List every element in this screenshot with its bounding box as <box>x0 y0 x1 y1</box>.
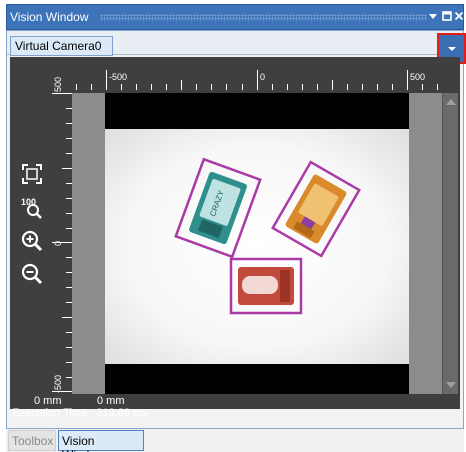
tab-toolbox[interactable]: Toolbox <box>8 430 56 451</box>
ruler-label-0: 0 <box>260 72 266 82</box>
zoom-out-icon[interactable] <box>20 262 44 286</box>
ruler-major-tick <box>407 70 408 90</box>
orange-product-pack[interactable] <box>271 160 361 258</box>
zoom-in-icon[interactable] <box>20 229 44 253</box>
zoom-100-icon[interactable]: 100 <box>20 195 44 219</box>
ruler-major-tick <box>52 242 72 243</box>
ruler-minor-tick <box>302 84 303 90</box>
image-margin-left <box>72 93 105 394</box>
camera-image[interactable]: CRAZY <box>105 129 409 364</box>
pin-dropdown-icon[interactable] <box>427 11 439 25</box>
ruler-minor-tick <box>317 84 318 90</box>
ruler-minor-tick <box>362 84 363 90</box>
ruler-minor-tick <box>287 84 288 90</box>
scroll-down-arrow-icon[interactable] <box>446 382 456 388</box>
ruler-minor-tick <box>226 84 227 90</box>
vertical-scrollbar[interactable] <box>442 93 458 394</box>
ruler-minor-tick <box>377 84 378 90</box>
ruler-minor-tick <box>196 84 197 90</box>
ruler-minor-tick <box>91 84 92 90</box>
ruler-label-neg500: -500 <box>109 72 128 82</box>
image-border-bottom <box>105 364 409 394</box>
window-titlebar[interactable]: Vision Window <box>6 4 464 30</box>
ruler-minor-tick <box>121 84 122 90</box>
ruler-mid-tick <box>62 168 72 169</box>
vertical-ruler: 500 0 -500 <box>48 77 72 395</box>
tab-virtual-camera0[interactable]: Virtual Camera0 <box>10 36 113 56</box>
chevron-down-icon <box>448 47 456 51</box>
ruler-minor-tick <box>166 84 167 90</box>
ruler-major-tick <box>52 93 72 94</box>
ruler-mid-tick <box>62 317 72 318</box>
horizontal-ruler: -500 0 500 <box>54 64 450 91</box>
ruler-label-500: 500 <box>410 72 426 82</box>
image-border-top <box>105 93 409 129</box>
ruler-minor-tick <box>422 84 423 90</box>
ruler-mid-tick <box>181 80 182 90</box>
ruler-minor-tick <box>347 84 348 90</box>
ruler-minor-tick <box>272 84 273 90</box>
ruler-minor-tick <box>242 84 243 90</box>
scroll-up-arrow-icon[interactable] <box>446 99 456 105</box>
red-pack-label-panel <box>242 276 278 294</box>
tab-vision-window[interactable]: Vision Window <box>58 430 144 452</box>
maximize-icon[interactable] <box>441 11 453 25</box>
ruler-minor-tick <box>151 84 152 90</box>
red-product-pack[interactable] <box>229 257 303 315</box>
window-title: Vision Window <box>10 10 89 24</box>
close-icon[interactable] <box>453 11 465 25</box>
x-coordinate-readout: 0 mm <box>34 395 62 407</box>
ruler-label-500-v: 500 <box>53 76 63 92</box>
ruler-minor-tick <box>437 84 438 90</box>
image-margin-right <box>409 93 442 394</box>
ruler-minor-tick <box>76 84 77 90</box>
execution-time: Execution Time : 313.86 ms <box>12 407 148 419</box>
ruler-minor-tick <box>211 84 212 90</box>
ruler-major-tick <box>257 70 258 90</box>
red-pack-side <box>280 270 290 302</box>
fit-to-window-icon[interactable] <box>20 162 44 186</box>
ruler-mid-tick <box>332 80 333 90</box>
ruler-major-tick <box>106 70 107 90</box>
ruler-major-tick <box>52 391 72 392</box>
y-coordinate-readout: 0 mm <box>97 395 125 407</box>
titlebar-grip[interactable] <box>100 14 427 21</box>
camera-image-scene: CRAZY <box>174 157 361 315</box>
ruler-minor-tick <box>136 84 137 90</box>
ruler-minor-tick <box>392 84 393 90</box>
teal-product-pack[interactable]: CRAZY <box>174 157 262 259</box>
